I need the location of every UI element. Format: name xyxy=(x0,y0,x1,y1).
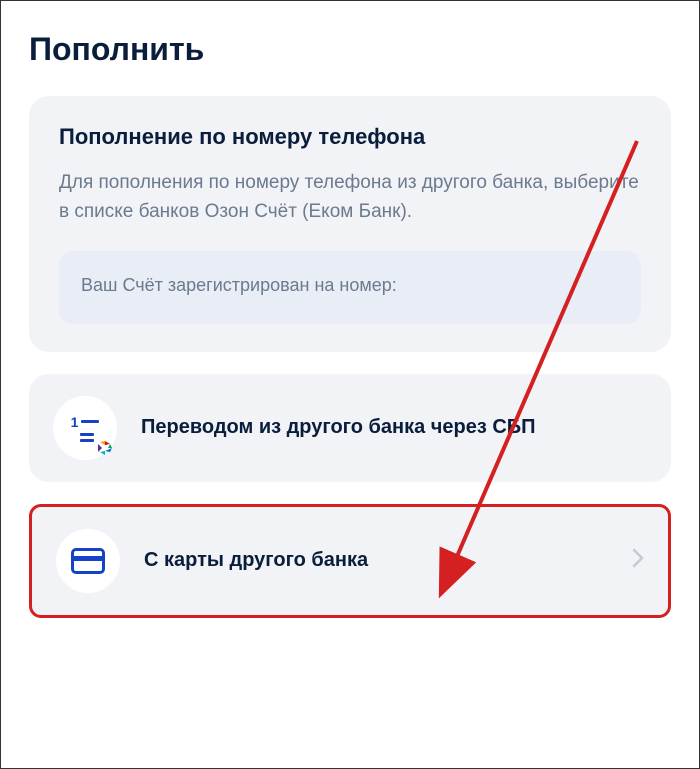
phone-info-text: Ваш Счёт зарегистрирован на номер: xyxy=(81,275,397,295)
chevron-right-icon xyxy=(632,548,644,574)
page-title: Пополнить xyxy=(29,31,671,68)
card-option-label: С карты другого банка xyxy=(144,547,624,574)
phone-topup-title: Пополнение по номеру телефона xyxy=(59,124,641,150)
phone-topup-description: Для пополнения по номеру телефона из дру… xyxy=(59,168,641,227)
sbp-logo-icon xyxy=(95,438,115,458)
sbp-option-label: Переводом из другого банка через СБП xyxy=(141,414,647,441)
sbp-transfer-option[interactable]: 1 Переводом из другого банка через СБП xyxy=(29,374,671,482)
phone-topup-card: Пополнение по номеру телефона Для пополн… xyxy=(29,96,671,352)
card-icon xyxy=(56,529,120,593)
sbp-icon: 1 xyxy=(53,396,117,460)
phone-info-box: Ваш Счёт зарегистрирован на номер: xyxy=(59,251,641,324)
other-bank-card-option[interactable]: С карты другого банка xyxy=(29,504,671,618)
